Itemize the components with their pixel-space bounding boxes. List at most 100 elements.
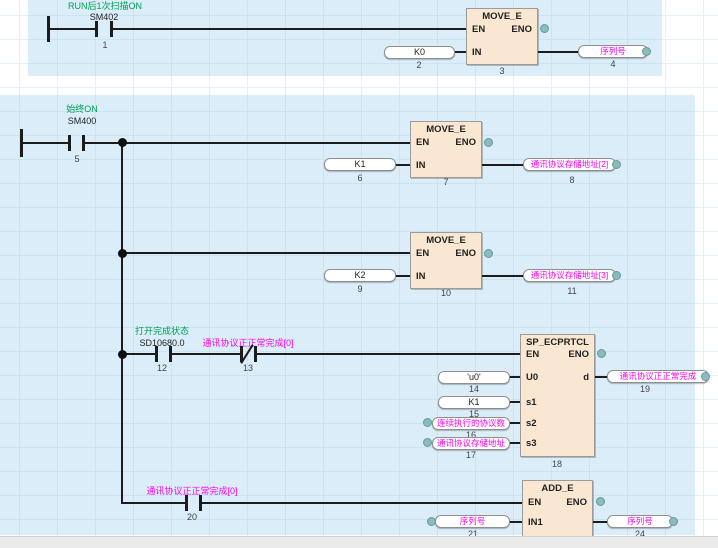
pin-en: EN [472, 24, 485, 35]
operand-value-box[interactable]: 通讯协议存储地址 [432, 437, 510, 450]
step-number: 10 [441, 288, 451, 298]
step-number: 6 [357, 173, 362, 183]
no-contact-sm400[interactable] [68, 135, 71, 151]
no-contact-sm402[interactable] [110, 21, 113, 37]
step-number: 18 [552, 459, 562, 469]
operand-value-box[interactable]: K0 [384, 46, 455, 59]
block-title: MOVE_E [411, 124, 481, 135]
operand-value-box[interactable]: K2 [324, 269, 396, 282]
pin-s1: s1 [526, 397, 537, 408]
no-contact-sd10680[interactable] [169, 346, 172, 362]
pin-en: EN [416, 248, 429, 259]
input-connector-dot [427, 517, 436, 526]
operand-value-box[interactable]: 'u0' [438, 371, 510, 384]
output-operand-box[interactable]: 序列号 [607, 515, 673, 528]
nc-contact[interactable] [254, 346, 257, 362]
pin-eno: ENO [566, 497, 587, 508]
contact-device: SM402 [90, 12, 119, 23]
step-number: 1 [102, 40, 107, 50]
wire [172, 353, 240, 355]
ladder-editor-canvas: RUN后1次扫描ON SM402 1 MOVE_E EN ENO IN 3 K0… [0, 0, 718, 548]
eno-connector-dot [596, 497, 605, 506]
wire [593, 521, 607, 523]
wire [257, 353, 520, 355]
step-number: 12 [157, 363, 167, 373]
no-contact-sd10680[interactable] [155, 346, 158, 362]
pin-eno: ENO [455, 137, 476, 148]
eno-connector-dot [484, 138, 493, 147]
step-number: 3 [499, 66, 504, 76]
block-title: MOVE_E [411, 235, 481, 246]
no-contact[interactable] [185, 495, 188, 511]
wire [396, 275, 410, 277]
pin-en: EN [416, 137, 429, 148]
operand-value-box[interactable]: K1 [324, 158, 396, 171]
contact-comment: RUN后1次扫描ON [68, 1, 142, 12]
input-connector-dot [423, 418, 432, 427]
no-contact-sm402[interactable] [95, 21, 98, 37]
step-number: 9 [357, 284, 362, 294]
function-block-sp-ecprtcl[interactable]: SP_ECPRTCL EN ENO U0 d s1 s2 s3 [520, 334, 595, 457]
eno-connector-dot [484, 249, 493, 258]
block-title: MOVE_E [467, 11, 537, 22]
wire [122, 252, 410, 254]
wire [22, 142, 68, 144]
pin-in: IN [416, 160, 426, 171]
output-connector-dot [612, 271, 621, 280]
pin-in: IN [416, 271, 426, 282]
pin-en: EN [526, 349, 539, 360]
pin-u0: U0 [526, 372, 538, 383]
wire [48, 28, 95, 30]
step-number: 2 [416, 60, 421, 70]
step-number: 4 [610, 59, 615, 69]
output-operand-box[interactable]: 通讯协议存储地址[2] [523, 158, 616, 171]
contact-device: 通讯协议正正常完成[0] [202, 338, 293, 349]
contact-comment: 打开完成状态 [135, 326, 189, 337]
pin-in1: IN1 [528, 517, 543, 528]
pin-s3: s3 [526, 438, 537, 449]
output-operand-box[interactable]: 通讯协议存储地址[3] [523, 269, 616, 282]
wire [482, 275, 523, 277]
output-connector-dot [642, 47, 651, 56]
wire [396, 164, 410, 166]
wire [595, 376, 607, 378]
pin-en: EN [528, 497, 541, 508]
no-contact[interactable] [199, 495, 202, 511]
pin-eno: ENO [568, 349, 589, 360]
function-block-move-e[interactable]: MOVE_E EN ENO IN [410, 121, 482, 178]
contact-device: 通讯协议正正常完成[0] [146, 486, 237, 497]
step-number: 20 [187, 512, 197, 522]
step-number: 14 [469, 384, 479, 394]
wire [122, 502, 185, 504]
pin-in: IN [472, 47, 482, 58]
operand-value-box[interactable]: 连续执行的协议数 [432, 417, 510, 430]
wire [455, 51, 466, 53]
contact-device: SD10680.0 [139, 338, 184, 349]
contact-comment: 始终ON [66, 104, 98, 115]
pin-s2: s2 [526, 418, 537, 429]
step-number: 13 [243, 363, 253, 373]
output-connector-dot [669, 517, 678, 526]
step-number: 5 [74, 154, 79, 164]
branch-wire [121, 142, 123, 504]
wire [510, 376, 520, 378]
function-block-move-e[interactable]: MOVE_E EN ENO IN [410, 232, 482, 289]
eno-connector-dot [540, 24, 549, 33]
wire [510, 521, 522, 523]
step-number: 17 [466, 450, 476, 460]
output-operand-box[interactable]: 序列号 [578, 45, 648, 58]
step-number: 7 [443, 177, 448, 187]
wire [85, 142, 410, 144]
junction-dot [118, 249, 127, 258]
output-operand-box[interactable]: 通讯协议正正常完成 [607, 370, 709, 383]
operand-value-box[interactable]: 序列号 [435, 515, 510, 528]
bottom-separator [0, 536, 718, 548]
function-block-add-e[interactable]: ADD_E EN ENO IN1 [522, 480, 593, 538]
junction-dot [118, 138, 127, 147]
wire [510, 422, 520, 424]
operand-value-box[interactable]: K1 [438, 396, 510, 409]
pin-eno: ENO [455, 248, 476, 259]
step-number: 8 [569, 175, 574, 185]
no-contact-sm400[interactable] [82, 135, 85, 151]
function-block-move-e[interactable]: MOVE_E EN ENO IN [466, 8, 538, 65]
